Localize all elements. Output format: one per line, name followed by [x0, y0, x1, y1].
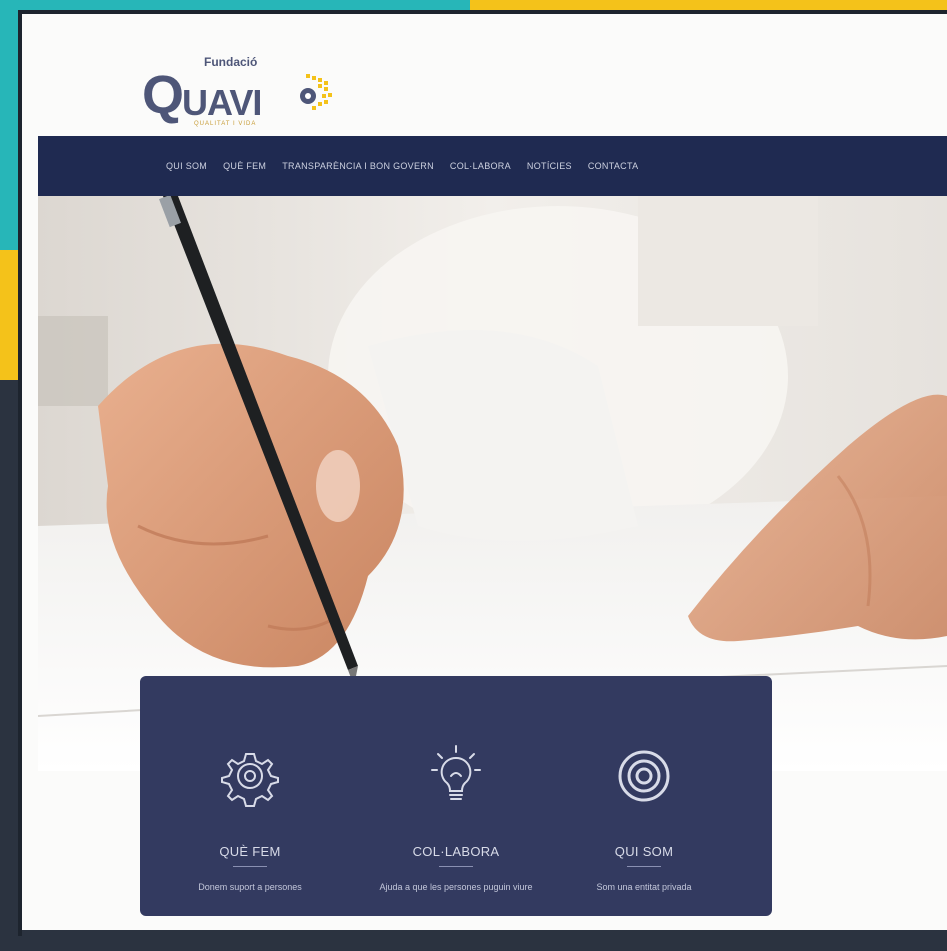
- logo-dots-icon: [300, 74, 332, 110]
- feature-title: QUÈ FEM: [219, 844, 281, 859]
- feature-title: COL·LABORA: [412, 844, 500, 859]
- nav-item-noticies[interactable]: NOTÍCIES: [527, 161, 572, 171]
- nav-item-contacta[interactable]: CONTACTA: [588, 161, 639, 171]
- feature-description: Donem suport a persones: [198, 882, 302, 892]
- features-card: QUÈ FEM Donem suport a persones COL·LABO…: [140, 676, 772, 916]
- gear-icon: [221, 753, 279, 807]
- feature-description: Ajuda a que les persones puguin viure: [379, 882, 533, 892]
- feature-title: QUI SOM: [614, 844, 674, 859]
- circle-target-icon: [618, 750, 670, 802]
- nav-list: QUI SOM QUÈ FEM TRANSPARÈNCIA I BON GOVE…: [166, 136, 638, 196]
- main-nav: QUI SOM QUÈ FEM TRANSPARÈNCIA I BON GOVE…: [38, 136, 947, 196]
- website-page: Fundació Q UAVI QUALITAT I VIDA QUI SOM …: [22, 14, 947, 930]
- logo-tagline: Fundació: [204, 55, 258, 69]
- logo-initial: Q: [142, 65, 184, 125]
- feature-qui-som[interactable]: QUI SOM Som una entitat privada: [534, 676, 754, 916]
- feature-description: Som una entitat privada: [596, 882, 692, 892]
- logo-name: UAVI: [182, 82, 262, 123]
- feature-divider: [233, 866, 267, 867]
- lightbulb-icon: [431, 745, 481, 800]
- feature-divider: [439, 866, 473, 867]
- nav-item-qui-som[interactable]: QUI SOM: [166, 161, 207, 171]
- feature-que-fem[interactable]: QUÈ FEM Donem suport a persones: [140, 676, 360, 916]
- nav-item-collabora[interactable]: COL·LABORA: [450, 161, 511, 171]
- nav-item-que-fem[interactable]: QUÈ FEM: [223, 161, 266, 171]
- feature-collabora[interactable]: COL·LABORA Ajuda a que les persones pugu…: [346, 676, 566, 916]
- site-logo[interactable]: Fundació Q UAVI QUALITAT I VIDA: [142, 50, 362, 140]
- logo-subtitle: QUALITAT I VIDA: [194, 121, 257, 127]
- feature-divider: [627, 866, 661, 867]
- nav-item-transparencia[interactable]: TRANSPARÈNCIA I BON GOVERN: [282, 161, 434, 171]
